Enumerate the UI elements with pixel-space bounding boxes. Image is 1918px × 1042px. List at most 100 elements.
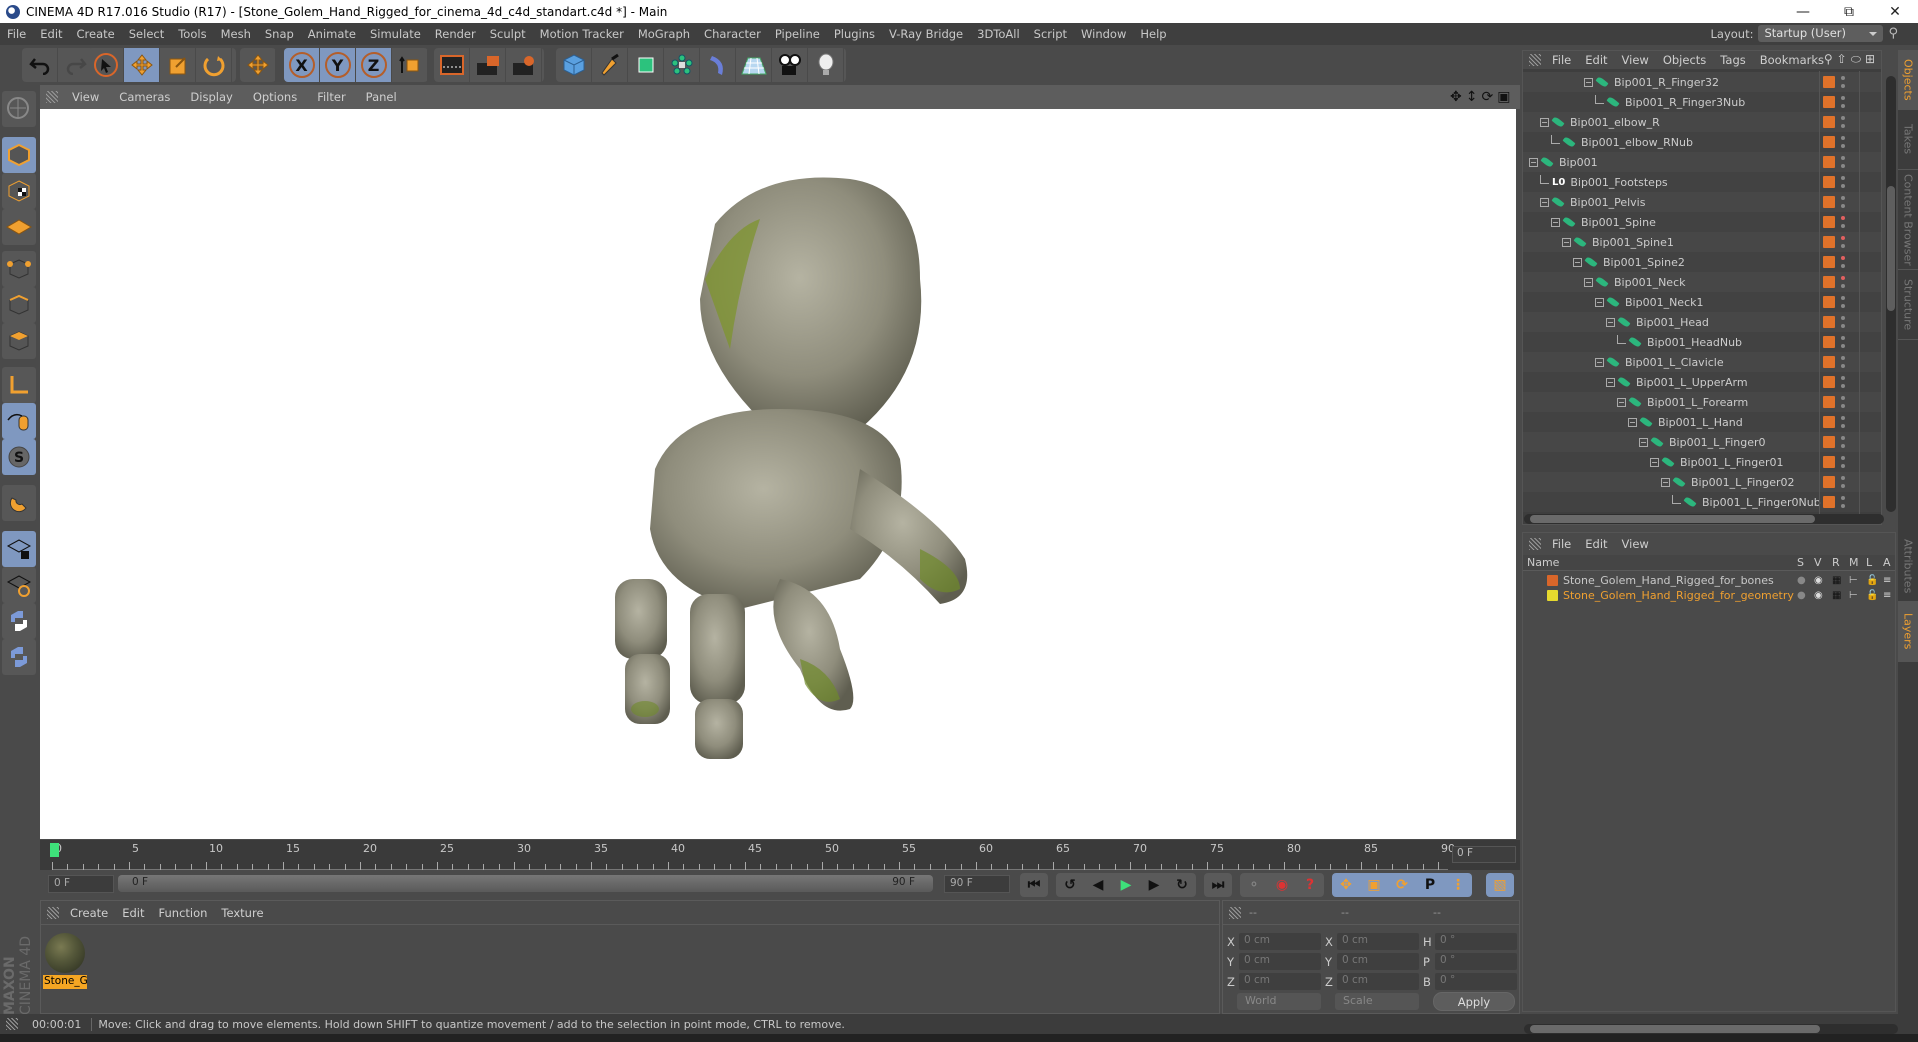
object-menu-file[interactable]: File <box>1545 53 1578 67</box>
menu-snap[interactable]: Snap <box>258 27 301 41</box>
layer-color-tag[interactable] <box>1823 336 1835 348</box>
select-pointer-icon[interactable] <box>88 48 124 82</box>
make-editable-icon[interactable] <box>2 91 36 127</box>
viewport-menu-options[interactable]: Options <box>243 90 307 104</box>
object-row[interactable]: Bip001_L_Finger01 <box>1523 452 1881 472</box>
layer-color-tag[interactable] <box>1823 236 1835 248</box>
apply-button[interactable]: Apply <box>1433 992 1515 1011</box>
camera-icon[interactable] <box>772 48 808 82</box>
visibility-dots[interactable] <box>1841 496 1845 508</box>
layer-color-tag[interactable] <box>1823 216 1835 228</box>
viewport-menu-cameras[interactable]: Cameras <box>109 90 180 104</box>
material-swatch[interactable]: Stone_G <box>43 931 87 989</box>
z-axis-icon[interactable]: Z <box>356 48 392 82</box>
side-tab-objects[interactable]: Objects <box>1898 50 1918 110</box>
visibility-dots[interactable] <box>1841 336 1845 348</box>
current-frame-field[interactable]: 0 F <box>1452 846 1516 863</box>
go-to-end-icon[interactable]: ⏭ <box>1204 873 1232 897</box>
viewport-menu-panel[interactable]: Panel <box>356 90 407 104</box>
manager-tree-icon[interactable]: ⊢ <box>1849 590 1858 601</box>
layer-color-tag[interactable] <box>1823 256 1835 268</box>
render-clapper-icon[interactable]: ▦ <box>1832 590 1841 601</box>
coordinate-mode-dropdown[interactable]: Scale <box>1335 993 1419 1010</box>
close-button[interactable]: ✕ <box>1872 0 1918 23</box>
menu-select[interactable]: Select <box>122 27 171 41</box>
menu-render[interactable]: Render <box>428 27 483 41</box>
expand-toggle-icon[interactable] <box>1584 277 1593 287</box>
visibility-dots[interactable] <box>1841 236 1845 248</box>
menu-pipeline[interactable]: Pipeline <box>768 27 827 41</box>
menu-sculpt[interactable]: Sculpt <box>483 27 533 41</box>
layer-color-tag[interactable] <box>1823 356 1835 368</box>
record-keys-icon[interactable]: ⚬ <box>1240 873 1268 897</box>
timeline-ruler[interactable]: 051015202530354045505560657075808590 0 F <box>40 840 1520 870</box>
animation-icon[interactable]: ≡ <box>1883 575 1891 586</box>
visibility-dots[interactable] <box>1841 196 1845 208</box>
side-tab-structure[interactable]: Structure <box>1898 270 1918 340</box>
menu-tools[interactable]: Tools <box>171 27 213 41</box>
side-tab-attributes[interactable]: Attributes <box>1898 532 1918 602</box>
expand-toggle-icon[interactable] <box>1551 217 1560 227</box>
visibility-dots[interactable] <box>1841 476 1845 488</box>
lock-workplane-icon[interactable] <box>2 531 36 567</box>
size-field[interactable]: 0 cm <box>1337 973 1419 990</box>
timeline-window-icon[interactable]: ▧ <box>1486 873 1514 897</box>
solo-dot-icon[interactable]: ● <box>1797 590 1806 601</box>
object-row[interactable]: Bip001_L_Hand <box>1523 412 1881 432</box>
layer-color-swatch[interactable] <box>1547 575 1558 586</box>
side-tab-content-browser[interactable]: Content Browser <box>1898 170 1918 270</box>
minimize-button[interactable]: — <box>1780 0 1826 23</box>
object-row[interactable]: Bip001_HeadNub <box>1523 332 1881 352</box>
lock-icon[interactable]: 🔓 <box>1866 590 1878 601</box>
menu-v-ray-bridge[interactable]: V-Ray Bridge <box>882 27 970 41</box>
solo-dot-icon[interactable]: ● <box>1797 575 1806 586</box>
layer-menu-view[interactable]: View <box>1615 537 1656 551</box>
visible-eye-icon[interactable]: ◉ <box>1814 590 1823 601</box>
rotate-view-icon[interactable]: ⟳ <box>1481 89 1493 105</box>
expand-toggle-icon[interactable] <box>1573 257 1582 267</box>
material-menu-function[interactable]: Function <box>152 906 215 920</box>
object-row[interactable]: Bip001_L_Finger0Nub <box>1523 492 1881 512</box>
visibility-dots[interactable] <box>1841 416 1845 428</box>
visibility-dots[interactable] <box>1841 376 1845 388</box>
size-field[interactable]: 0 cm <box>1337 953 1419 970</box>
move-view-icon[interactable]: ✥ <box>1450 89 1462 105</box>
object-row[interactable]: Bip001_Pelvis <box>1523 192 1881 212</box>
object-list-vertical-scrollbar[interactable] <box>1886 76 1896 512</box>
start-frame-field[interactable]: 0 F <box>48 875 114 893</box>
move-icon[interactable] <box>124 48 160 82</box>
array-icon[interactable] <box>664 48 700 82</box>
deformer-icon[interactable] <box>700 48 736 82</box>
texture-mode-icon[interactable] <box>2 173 36 209</box>
side-tab-takes[interactable]: Takes <box>1898 110 1918 170</box>
menu-motion-tracker[interactable]: Motion Tracker <box>533 27 631 41</box>
visibility-dots[interactable] <box>1841 296 1845 308</box>
key-scale-icon[interactable]: ▣ <box>1360 873 1388 897</box>
3d-viewport[interactable] <box>40 109 1516 839</box>
object-row[interactable]: Bip001_elbow_R <box>1523 112 1881 132</box>
pen-spline-icon[interactable] <box>592 48 628 82</box>
render-picture-viewer-icon[interactable] <box>470 48 506 82</box>
object-row[interactable]: Bip001_Head <box>1523 312 1881 332</box>
coordinate-system-icon[interactable] <box>392 48 428 82</box>
floor-icon[interactable] <box>736 48 772 82</box>
layout-dropdown[interactable]: Startup (User) <box>1758 25 1884 42</box>
light-icon[interactable] <box>808 48 844 82</box>
object-row[interactable]: Bip001_Spine <box>1523 212 1881 232</box>
render-settings-icon[interactable] <box>506 48 542 82</box>
layer-row[interactable]: Stone_Golem_Hand_Rigged_for_geometry ● ◉ ▦ ⊢… <box>1523 588 1895 603</box>
visible-eye-icon[interactable]: ◉ <box>1814 575 1823 586</box>
points-mode-icon[interactable] <box>2 251 36 287</box>
layer-menu-file[interactable]: File <box>1545 537 1578 551</box>
size-field[interactable]: 0 cm <box>1337 933 1419 950</box>
object-row[interactable]: Bip001_R_Finger32 <box>1523 72 1881 92</box>
visibility-dots[interactable] <box>1841 176 1845 188</box>
expand-toggle-icon[interactable] <box>1617 397 1626 407</box>
render-clapper-icon[interactable]: ▦ <box>1832 575 1841 586</box>
visibility-dots[interactable] <box>1841 156 1845 168</box>
snap-magnet-icon[interactable] <box>2 485 36 521</box>
subdivision-icon[interactable] <box>628 48 664 82</box>
menu-create[interactable]: Create <box>70 27 122 41</box>
next-key-icon[interactable]: ↻ <box>1168 873 1196 897</box>
object-menu-tags[interactable]: Tags <box>1713 53 1752 67</box>
